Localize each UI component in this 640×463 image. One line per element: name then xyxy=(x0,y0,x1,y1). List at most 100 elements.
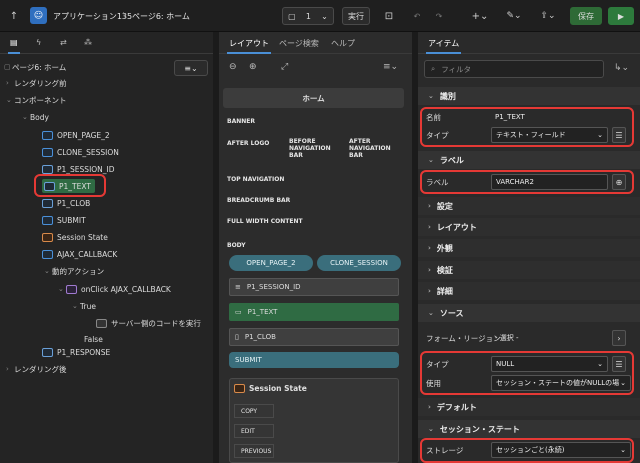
layout-region-session-state[interactable]: Session State COPY EDIT PREVIOUS xyxy=(229,378,399,463)
zoom-out-icon[interactable]: ⊖ xyxy=(229,62,237,72)
chevron-down-icon[interactable]: ⌄ xyxy=(44,267,52,275)
layout-menu-icon[interactable]: ≡⌄ xyxy=(383,62,398,72)
tree-node-page[interactable]: ▢ ページ6: ホーム xyxy=(4,60,66,74)
button-icon xyxy=(42,147,53,157)
processing-tab-icon[interactable]: ⇄ xyxy=(60,38,67,47)
hidden-item-icon: ≡ xyxy=(235,283,241,291)
layout-panel: レイアウト ページ検索 ヘルプ ⊖ ⊕ ⤢ ≡⌄ ホーム BANNER AFTE… xyxy=(219,32,412,463)
tree-node-false[interactable]: False xyxy=(84,332,103,346)
chevron-down-icon: ⌄ xyxy=(428,309,434,317)
wrench-icon[interactable]: ✎⌄ xyxy=(504,9,524,23)
zoom-in-icon[interactable]: ⊕ xyxy=(249,62,257,72)
chevron-right-icon[interactable]: › xyxy=(6,365,14,373)
section-appearance[interactable]: › 外観 xyxy=(418,239,640,257)
tab-item[interactable]: アイテム xyxy=(425,38,462,54)
page-label[interactable]: ページ6: ホーム xyxy=(132,11,190,22)
dynamic-action-icon xyxy=(66,284,77,294)
layout-button-clone-session[interactable]: CLONE_SESSION xyxy=(317,255,401,271)
form-region-select[interactable]: - 選択 - xyxy=(491,330,608,346)
source-highlight xyxy=(420,351,634,395)
chevron-down-icon[interactable]: ⌄ xyxy=(72,302,80,310)
chevron-down-icon[interactable]: ⌄ xyxy=(58,285,66,293)
layout-button-open-page-2[interactable]: OPEN_PAGE_2 xyxy=(229,255,313,271)
tree-node-p1-clob[interactable]: P1_CLOB xyxy=(42,196,90,210)
up-arrow-icon[interactable]: ↑ xyxy=(8,9,20,23)
tree-menu-button[interactable]: ≡⌄ xyxy=(174,60,208,76)
slot-banner: BANNER xyxy=(227,118,255,125)
chevron-right-icon: › xyxy=(428,287,431,295)
tree-node-components[interactable]: ⌄ コンポーネント xyxy=(6,93,67,107)
tree-node-session-state[interactable]: Session State xyxy=(42,230,108,244)
tree-node-true[interactable]: ⌄ True xyxy=(72,299,96,313)
chevron-right-icon[interactable]: › xyxy=(6,79,14,87)
tree-node-p1-response[interactable]: P1_RESPONSE xyxy=(42,345,110,359)
tree-node-ajax-callback[interactable]: AJAX_CALLBACK xyxy=(42,247,117,261)
button-icon xyxy=(42,130,53,140)
expand-icon[interactable]: ⤢ xyxy=(281,62,288,72)
filter-input[interactable]: ⌕ フィルタ xyxy=(424,60,604,78)
property-editor-panel: アイテム ⌕ フィルタ ↳⌄ ⌄ 識別 名前 P1_TEXT タイプ テキスト・フィー… xyxy=(418,32,640,463)
chevron-down-icon[interactable]: ⌄ xyxy=(22,113,30,121)
tree-node-dynamic-actions[interactable]: ⌄ 動的アクション xyxy=(44,264,104,278)
chevron-down-icon[interactable]: ⌄ xyxy=(6,96,14,104)
run-page-button[interactable]: 実行 xyxy=(342,7,370,25)
selected-node-highlight xyxy=(34,174,106,197)
undo-icon[interactable]: ↶ xyxy=(410,9,424,23)
chevron-right-icon: › xyxy=(428,244,431,252)
rendering-tab-icon[interactable]: ▤ xyxy=(8,38,20,54)
redo-icon[interactable]: ↷ xyxy=(432,9,446,23)
section-session-state[interactable]: ⌄ セッション・ステート xyxy=(418,420,640,438)
run-button[interactable]: ▶ xyxy=(608,7,634,25)
tree-node-before-render[interactable]: › レンダリング前 xyxy=(6,76,67,90)
section-validation[interactable]: › 検証 xyxy=(418,261,640,279)
tree-node-onclick[interactable]: ⌄ onClick AJAX_CALLBACK xyxy=(58,282,171,296)
section-detail[interactable]: › 詳細 xyxy=(418,282,640,300)
play-icon: ▶ xyxy=(617,11,625,21)
layout-button-submit[interactable]: SUBMIT xyxy=(229,352,399,368)
slot-before-nav: BEFORE NAVIGATION BAR xyxy=(289,138,331,159)
chevron-right-icon[interactable]: › xyxy=(612,330,626,346)
section-identify[interactable]: ⌄ 識別 xyxy=(418,87,640,105)
layout-item-p1-clob[interactable]: ▯ P1_CLOB xyxy=(229,328,399,346)
shared-components-tab-icon[interactable]: ⁂ xyxy=(84,38,92,47)
dynamic-action-tab-icon[interactable]: ϟ xyxy=(36,38,41,47)
section-label[interactable]: ⌄ ラベル xyxy=(418,151,640,169)
region-icon xyxy=(234,384,245,393)
region-slot-edit: EDIT xyxy=(234,424,274,438)
save-button[interactable]: 保存 xyxy=(570,7,602,25)
tree-node-server-code[interactable]: サーバー側のコードを実行 xyxy=(96,316,201,330)
tree-node-body[interactable]: ⌄ Body xyxy=(22,110,49,124)
page-icon: ▢ xyxy=(288,11,296,21)
app-icon[interactable]: ☺ xyxy=(30,7,47,24)
chevron-right-icon: › xyxy=(428,266,431,274)
chevron-right-icon: › xyxy=(428,223,431,231)
tab-page-search[interactable]: ページ検索 xyxy=(279,38,319,49)
region-slot-copy: COPY xyxy=(234,404,274,418)
tree-node-after-render[interactable]: › レンダリング後 xyxy=(6,362,67,376)
app-name[interactable]: アプリケーション135 xyxy=(53,11,132,22)
prop-form-region-row: フォーム・リージョン - 選択 - › xyxy=(418,328,640,348)
layout-item-p1-session-id[interactable]: ≡ P1_SESSION_ID xyxy=(229,278,399,296)
add-icon[interactable]: + ⌄ xyxy=(470,9,490,23)
tree-node-clone-session[interactable]: CLONE_SESSION xyxy=(42,145,119,159)
share-icon[interactable]: ⇪⌄ xyxy=(538,9,558,23)
section-default[interactable]: › デフォルト xyxy=(418,398,640,416)
tree-node-open-page-2[interactable]: OPEN_PAGE_2 xyxy=(42,128,110,142)
tab-help[interactable]: ヘルプ xyxy=(331,38,355,49)
identify-highlight xyxy=(420,107,634,147)
tree-node-submit[interactable]: SUBMIT xyxy=(42,213,86,227)
slot-body: BODY xyxy=(227,242,246,249)
tab-layout[interactable]: レイアウト xyxy=(227,38,271,54)
go-to-group-icon[interactable]: ↳⌄ xyxy=(614,63,629,73)
home-region-header[interactable]: ホーム xyxy=(223,88,404,108)
layout-item-p1-text[interactable]: ▭ P1_TEXT xyxy=(229,303,399,321)
section-layout[interactable]: › レイアウト xyxy=(418,218,640,236)
page-selector[interactable]: ▢ 1 ⌄ xyxy=(282,7,334,25)
mid-tabs: レイアウト ページ検索 ヘルプ xyxy=(219,32,412,54)
section-source[interactable]: ⌄ ソース xyxy=(418,304,640,322)
section-settings[interactable]: › 設定 xyxy=(418,197,640,215)
lock-icon[interactable]: ⊡ xyxy=(382,9,396,23)
slot-full-width: FULL WIDTH CONTENT xyxy=(227,218,303,225)
textarea-icon: ▯ xyxy=(235,333,239,341)
button-icon xyxy=(42,249,53,259)
